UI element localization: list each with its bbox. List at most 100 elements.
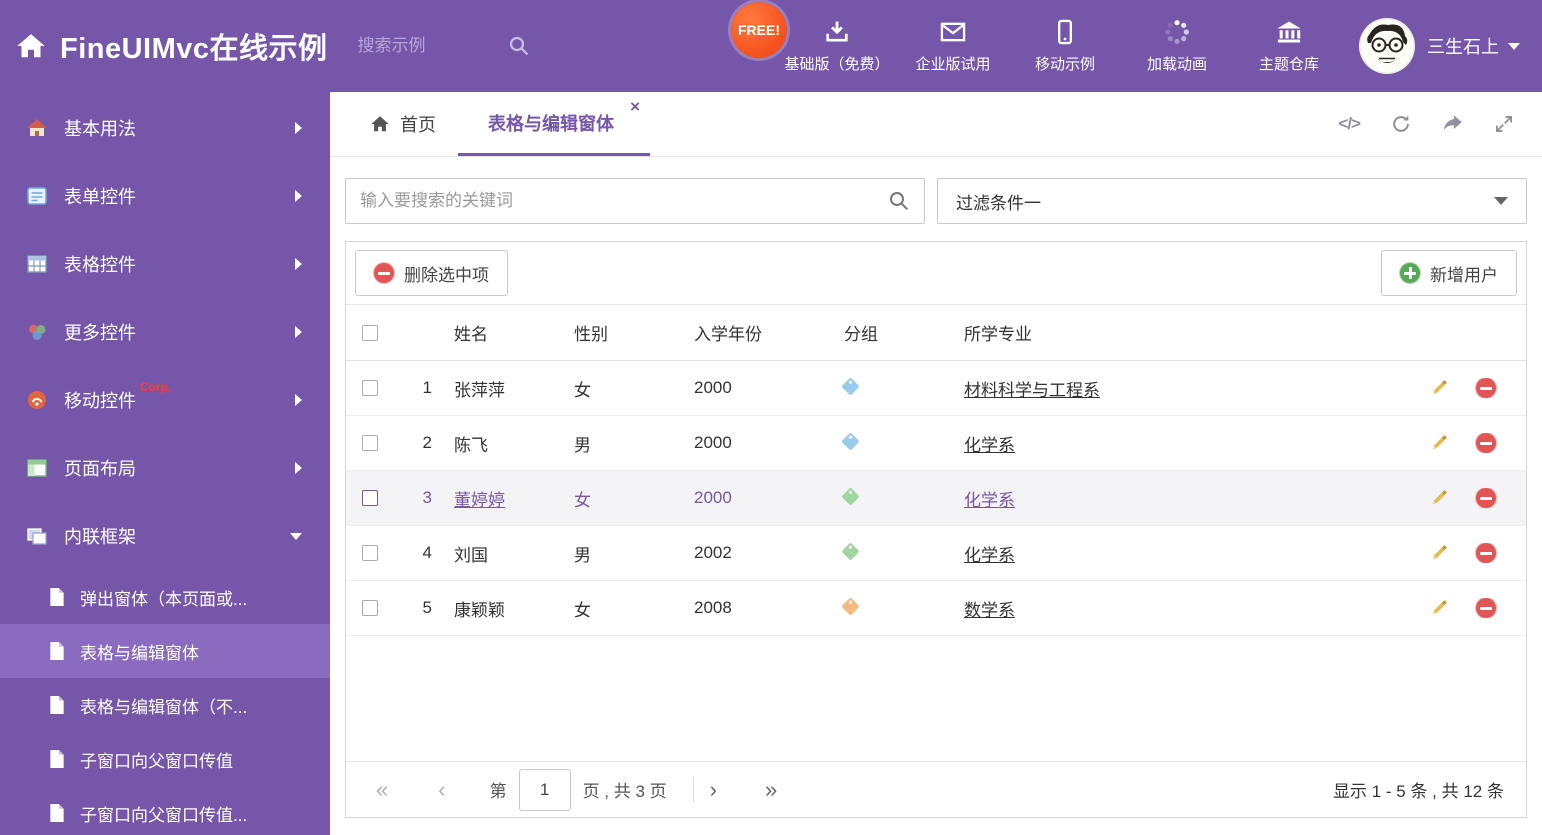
page-suffix-label: 页 , 共 3 页 [582,782,667,801]
add-user-button[interactable]: 新增用户 [1381,250,1517,296]
layout-icon [27,459,47,477]
chevron-right-icon [295,122,302,134]
sidebar-item-label: 表单控件 [64,187,136,207]
delete-icon[interactable] [1476,543,1496,563]
frame-icon [27,528,47,545]
source-code-icon[interactable]: </> [1338,114,1361,134]
tab-grid-edit-window[interactable]: 表格与编辑窗体 × [458,92,650,156]
house-icon [27,119,47,136]
header-search-input[interactable] [357,36,508,56]
prev-page-icon[interactable]: ‹ [438,778,445,801]
nav-item-loading-animation[interactable]: 加载动画 [1121,0,1233,92]
nav-item-basic-free[interactable]: FREE! 基础版（免费） [729,0,897,92]
select-all-checkbox[interactable] [362,324,378,341]
pager-divider [692,776,694,803]
file-icon [50,695,64,715]
sidebar-item-page-layout[interactable]: 页面布局 [0,434,330,502]
tab-home[interactable]: 首页 [348,92,458,156]
tag-icon [841,543,860,561]
sidebar-subitem-grid-edit-window-2[interactable]: 表格与编辑窗体（不... [0,678,330,732]
sidebar-item-basic-usage[interactable]: 基本用法 [0,94,330,162]
table-row[interactable]: 2 陈飞 男 2000 化学系 [346,416,1526,471]
filter-row: 过滤条件一 [330,157,1542,234]
next-page-icon[interactable]: › [710,778,717,801]
major-link[interactable]: 化学系 [964,436,1015,455]
header-search[interactable] [357,35,558,57]
search-icon[interactable] [888,190,910,212]
nav-item-theme-store[interactable]: 主题仓库 [1233,0,1345,92]
major-link[interactable]: 化学系 [964,491,1015,510]
table-row-selected[interactable]: 3 董婷婷 女 2000 化学系 [346,471,1526,526]
nav-item-enterprise-trial[interactable]: 企业版试用 [897,0,1009,92]
row-checkbox[interactable] [362,600,378,616]
edit-icon[interactable] [1430,488,1448,508]
delete-selected-button[interactable]: 删除选中项 [355,250,508,296]
delete-icon[interactable] [1476,488,1496,508]
delete-icon[interactable] [1476,378,1496,398]
sidebar-item-label: 移动控件 [64,391,136,411]
home-icon [17,34,45,58]
row-checkbox[interactable] [362,490,378,506]
grid-toolbar: 删除选中项 新增用户 [346,242,1526,305]
table-row[interactable]: 1 张萍萍 女 2000 材料科学与工程系 [346,361,1526,416]
share-icon[interactable] [1442,113,1464,135]
sidebar-subitem-child-to-parent-2[interactable]: 子窗口向父窗口传值... [0,786,330,835]
edit-icon[interactable] [1430,543,1448,563]
delete-icon[interactable] [1476,433,1496,453]
chevron-right-icon [295,326,302,338]
keyword-search-input[interactable] [360,191,888,211]
cell-name: 张萍萍 [454,380,505,400]
first-page-icon[interactable]: « [376,778,388,801]
user-menu[interactable]: 三生石上 [1359,18,1542,74]
expand-icon[interactable] [1494,114,1514,134]
sidebar-item-inline-frame[interactable]: 内联框架 [0,502,330,570]
table-row[interactable]: 4 刘国 男 2002 化学系 [346,526,1526,581]
row-checkbox[interactable] [362,380,378,396]
page-number-input[interactable] [518,768,571,811]
col-gender[interactable]: 性别 [560,320,680,345]
sidebar-subitem-child-to-parent[interactable]: 子窗口向父窗口传值 [0,732,330,786]
close-icon[interactable]: × [630,98,640,115]
sidebar-item-mobile-controls[interactable]: 移动控件 Corp. [0,366,330,434]
delete-icon[interactable] [1476,598,1496,618]
major-link[interactable]: 化学系 [964,546,1015,565]
sidebar-item-form-controls[interactable]: 表单控件 [0,162,330,230]
sidebar-subitem-label: 表格与编辑窗体（不... [80,697,248,717]
edit-icon[interactable] [1430,433,1448,453]
col-group[interactable]: 分组 [830,320,950,345]
keyword-search-box[interactable] [345,178,925,224]
sidebar-item-grid-controls[interactable]: 表格控件 [0,230,330,298]
cell-year: 2000 [694,378,732,397]
chevron-right-icon [295,462,302,474]
sidebar-item-more-controls[interactable]: 更多控件 [0,298,330,366]
row-checkbox[interactable] [362,435,378,451]
tab-tools: </> [1338,92,1542,156]
major-link[interactable]: 材料科学与工程系 [964,381,1100,400]
major-link[interactable]: 数学系 [964,601,1015,620]
edit-icon[interactable] [1430,598,1448,618]
cell-name: 陈飞 [454,435,488,455]
shapes-icon [29,324,46,340]
search-icon[interactable] [508,35,530,57]
brand[interactable]: FineUIMvc在线示例 [16,25,328,67]
form-icon [27,187,47,205]
nav-label: 主题仓库 [1258,56,1319,73]
last-page-icon[interactable]: » [765,778,777,801]
nav-label: 企业版试用 [915,56,991,73]
refresh-icon[interactable] [1390,113,1412,135]
sidebar-subitem-grid-edit-window[interactable]: 表格与编辑窗体 [0,624,330,678]
col-major[interactable]: 所学专业 [950,320,1416,345]
row-checkbox[interactable] [362,545,378,561]
col-name[interactable]: 姓名 [440,320,560,345]
cell-name: 董婷婷 [454,490,505,510]
cell-gender: 男 [574,435,591,455]
chevron-right-icon [295,190,302,202]
sidebar-subitem-popup-window[interactable]: 弹出窗体（本页面或... [0,570,330,624]
filter-dropdown[interactable]: 过滤条件一 [937,178,1527,224]
edit-icon[interactable] [1430,378,1448,398]
cell-gender: 女 [574,380,591,400]
col-year[interactable]: 入学年份 [680,320,830,345]
nav-item-mobile-demo[interactable]: 移动示例 [1009,0,1121,92]
sidebar-subitem-label: 子窗口向父窗口传值... [80,805,248,825]
table-row[interactable]: 5 康颖颖 女 2008 数学系 [346,581,1526,636]
